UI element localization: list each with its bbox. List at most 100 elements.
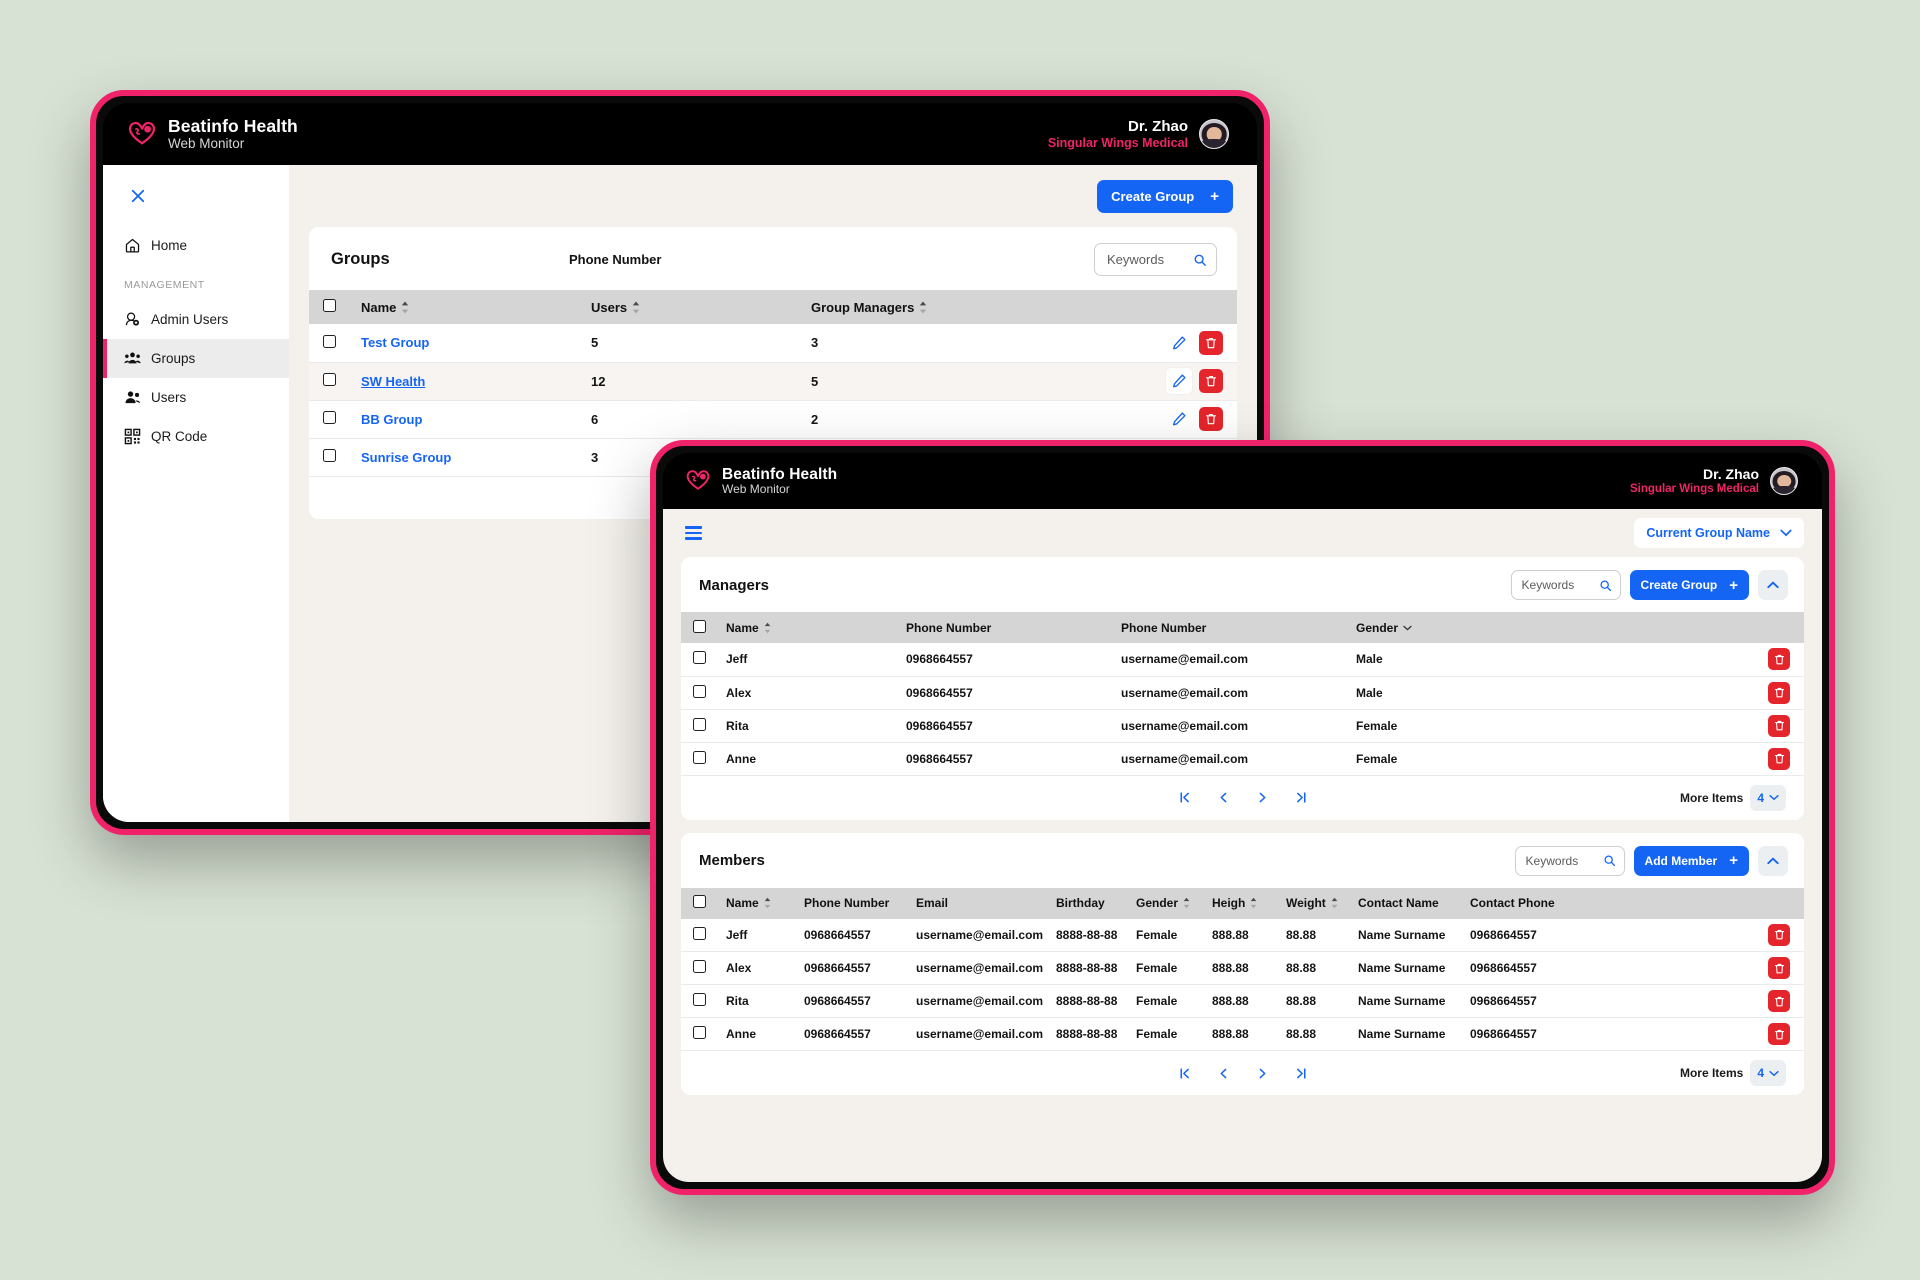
prev-page-button[interactable] [1215, 1065, 1232, 1082]
next-page-button[interactable] [1254, 1065, 1271, 1082]
row-checkbox[interactable] [693, 750, 706, 764]
user-menu[interactable]: Dr. Zhao Singular Wings Medical [1630, 466, 1798, 497]
column-header-name[interactable]: Name [721, 888, 799, 919]
group-name-link[interactable]: Sunrise Group [361, 450, 451, 465]
row-checkbox[interactable] [323, 411, 336, 424]
column-header-gender[interactable]: Gender [1131, 888, 1207, 919]
cell-heigh: 888.88 [1207, 951, 1281, 985]
row-checkbox[interactable] [693, 1026, 706, 1039]
select-all-checkbox[interactable] [693, 619, 706, 633]
first-page-button[interactable] [1176, 789, 1193, 806]
row-checkbox[interactable] [323, 334, 336, 348]
row-checkbox[interactable] [693, 684, 706, 698]
column-header-users[interactable]: Users [585, 290, 805, 324]
search-input[interactable]: Keywords [1514, 845, 1625, 876]
table-row[interactable]: Rita 0968664557 username@email.com 8888-88-… [681, 984, 1804, 1018]
cell-email: username@email.com [911, 951, 1051, 985]
collapse-managers-button[interactable] [1758, 570, 1788, 600]
table-row[interactable]: Test Group 5 3 [309, 324, 1237, 363]
edit-group-button[interactable] [1166, 406, 1192, 432]
column-header-heigh[interactable]: Heigh [1207, 888, 1281, 919]
row-checkbox[interactable] [693, 926, 706, 940]
select-all-checkbox[interactable] [693, 895, 706, 908]
avatar[interactable] [1199, 119, 1229, 149]
create-group-button[interactable]: Create Group + [1629, 570, 1749, 600]
members-title: Members [699, 852, 765, 869]
cell-group-name[interactable]: Sunrise Group [355, 438, 585, 477]
add-member-label: Add Member [1644, 853, 1718, 868]
cell-group-name[interactable]: BB Group [355, 400, 585, 439]
delete-group-button[interactable] [1199, 330, 1223, 355]
prev-page-button[interactable] [1215, 789, 1232, 806]
sidebar-item-home[interactable]: Home [103, 226, 289, 265]
avatar[interactable] [1770, 467, 1798, 495]
page-size-select[interactable]: 4 [1750, 1060, 1786, 1086]
sidebar-close-button[interactable] [103, 175, 289, 226]
delete-manager-button[interactable] [1768, 648, 1790, 671]
search-input[interactable]: Keywords [1094, 243, 1217, 276]
table-row[interactable]: SW Health 12 5 [309, 362, 1237, 401]
group-name-link[interactable]: BB Group [361, 412, 422, 427]
column-header-name[interactable]: Name [355, 290, 585, 324]
sort-arrows-icon [632, 301, 640, 313]
create-group-button[interactable]: Create Group + [1097, 179, 1233, 213]
row-select-cell [309, 400, 355, 439]
add-member-button[interactable]: Add Member + [1633, 845, 1749, 876]
sidebar-item-admin-users[interactable]: Admin Users [103, 300, 289, 339]
column-header-group-managers[interactable]: Group Managers [805, 290, 1127, 324]
cell-member-name: Alex [721, 951, 799, 985]
page-size-select[interactable]: 4 [1750, 784, 1786, 811]
delete-group-button[interactable] [1199, 407, 1223, 431]
delete-group-button[interactable] [1199, 369, 1223, 393]
cell-phone: 0968664557 [799, 951, 911, 985]
row-checkbox[interactable] [693, 717, 706, 731]
row-select-cell [681, 742, 721, 776]
current-group-selector[interactable]: Current Group Name [1634, 518, 1804, 548]
group-name-link[interactable]: Test Group [361, 335, 429, 350]
cell-group-name[interactable]: SW Health [355, 362, 585, 401]
sidebar-item-users[interactable]: Users [103, 378, 289, 417]
delete-member-button[interactable] [1768, 990, 1790, 1012]
row-checkbox[interactable] [693, 960, 706, 973]
search-input[interactable]: Keywords [1510, 570, 1621, 600]
sidebar-item-qr-code[interactable]: QR Code [103, 417, 289, 456]
sidebar-item-label: Admin Users [151, 312, 229, 327]
cell-group-name[interactable]: Test Group [355, 324, 585, 363]
delete-member-button[interactable] [1768, 1023, 1790, 1045]
table-row[interactable]: BB Group 6 2 [309, 400, 1237, 439]
row-checkbox[interactable] [323, 373, 336, 386]
edit-group-button[interactable] [1166, 330, 1192, 356]
sidebar-item-groups[interactable]: Groups [103, 339, 289, 378]
delete-manager-button[interactable] [1768, 714, 1790, 737]
delete-member-button[interactable] [1768, 957, 1790, 979]
last-page-button[interactable] [1293, 789, 1310, 806]
edit-group-button[interactable] [1166, 368, 1192, 394]
table-row[interactable]: Jeff 0968664557 username@email.com Male [681, 643, 1804, 677]
hamburger-menu-icon[interactable] [681, 522, 706, 544]
column-header-gender[interactable]: Gender [1351, 612, 1748, 643]
select-all-checkbox[interactable] [323, 299, 336, 312]
group-name-link[interactable]: SW Health [361, 374, 425, 389]
delete-manager-button[interactable] [1768, 681, 1790, 704]
column-header-weight[interactable]: Weight [1281, 888, 1353, 919]
table-row[interactable]: Rita 0968664557 username@email.com Female [681, 709, 1804, 743]
delete-member-button[interactable] [1768, 923, 1790, 946]
row-checkbox[interactable] [693, 651, 706, 665]
row-checkbox[interactable] [323, 449, 336, 462]
delete-manager-button[interactable] [1768, 747, 1790, 770]
next-page-button[interactable] [1254, 789, 1271, 806]
table-row[interactable]: Anne 0968664557 username@email.com 8888-88-… [681, 1017, 1804, 1051]
cell-heigh: 888.88 [1207, 984, 1281, 1018]
collapse-members-button[interactable] [1758, 845, 1788, 876]
last-page-button[interactable] [1293, 1065, 1310, 1082]
row-checkbox[interactable] [693, 993, 706, 1006]
column-header-name[interactable]: Name [721, 612, 901, 643]
table-row[interactable]: Jeff 0968664557 username@email.com 8888-88-… [681, 918, 1804, 952]
first-page-button[interactable] [1176, 1065, 1193, 1082]
trash-delete-icon [1774, 720, 1784, 731]
table-row[interactable]: Alex 0968664557 username@email.com Male [681, 676, 1804, 710]
table-row[interactable]: Alex 0968664557 username@email.com 8888-88-… [681, 951, 1804, 985]
user-menu[interactable]: Dr. Zhao Singular Wings Medical [1048, 118, 1229, 151]
table-row[interactable]: Anne 0968664557 username@email.com Female [681, 742, 1804, 776]
chevron-down-icon [1403, 625, 1412, 630]
